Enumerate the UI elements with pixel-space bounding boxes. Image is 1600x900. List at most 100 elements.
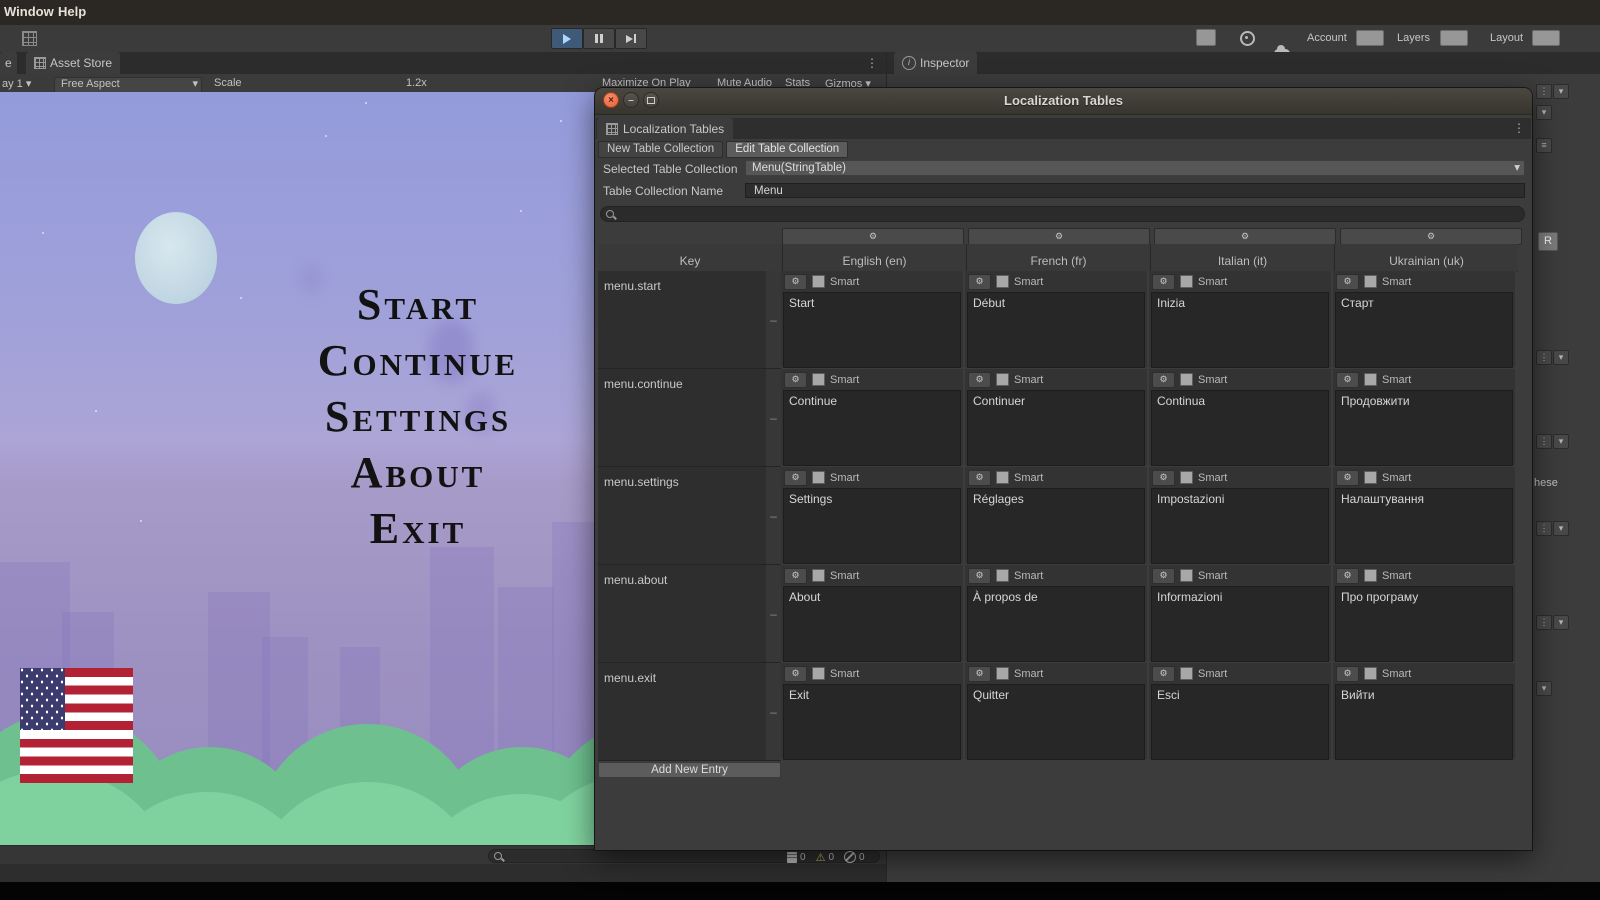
row-handle[interactable]: – <box>766 663 781 761</box>
chevron-down-icon[interactable]: ▾ <box>1553 615 1569 630</box>
key-cell[interactable]: menu.exit <box>598 663 766 761</box>
translation-input[interactable]: À propos de <box>967 586 1145 662</box>
step-button[interactable] <box>615 28 647 49</box>
tab-asset-store[interactable]: Asset Store <box>26 52 120 74</box>
display-dropdown[interactable]: ay 1 ▾ <box>2 77 31 90</box>
list-icon[interactable]: ≡ <box>1536 138 1552 153</box>
translation-input[interactable]: Про програму <box>1335 586 1513 662</box>
translation-input[interactable]: Impostazioni <box>1151 488 1329 564</box>
table-search-input[interactable] <box>600 206 1525 222</box>
chevron-down-icon[interactable]: ▾ <box>1536 105 1552 120</box>
console-warning-badge[interactable]: ⚠0 <box>816 851 834 864</box>
smart-checkbox[interactable] <box>996 667 1009 680</box>
smart-checkbox[interactable] <box>1180 275 1193 288</box>
pause-button[interactable] <box>583 28 615 49</box>
localized-string-icon[interactable]: ⚙ <box>1336 568 1359 584</box>
layout-button[interactable] <box>1532 30 1560 46</box>
panel-toggle-button[interactable] <box>1196 29 1216 46</box>
smart-checkbox[interactable] <box>1364 569 1377 582</box>
smart-checkbox[interactable] <box>1180 569 1193 582</box>
new-table-collection-button[interactable]: New Table Collection <box>598 141 723 158</box>
translation-input[interactable]: Continuer <box>967 390 1145 466</box>
localized-string-icon[interactable]: ⚙ <box>784 568 807 584</box>
localized-string-icon[interactable]: ⚙ <box>784 274 807 290</box>
localized-string-icon[interactable]: ⚙ <box>784 666 807 682</box>
account-dropdown[interactable]: Account <box>1307 32 1347 44</box>
kebab-icon[interactable]: ⋮ <box>1536 615 1552 630</box>
account-avatar[interactable] <box>1356 30 1384 46</box>
smart-checkbox[interactable] <box>996 471 1009 484</box>
localized-string-icon[interactable]: ⚙ <box>1336 470 1359 486</box>
translation-input[interactable]: Exit <box>783 684 961 760</box>
kebab-icon[interactable]: ⋮ <box>1536 84 1552 99</box>
localized-string-icon[interactable]: ⚙ <box>784 470 807 486</box>
translation-input[interactable]: Налаштування <box>1335 488 1513 564</box>
key-cell[interactable]: menu.about <box>598 565 766 663</box>
smart-checkbox[interactable] <box>1180 373 1193 386</box>
localized-string-icon[interactable]: ⚙ <box>968 372 991 388</box>
column-settings-button[interactable]: ⚙ <box>782 228 964 245</box>
kebab-icon[interactable]: ⋮ <box>1536 350 1552 365</box>
translation-input[interactable]: Esci <box>1151 684 1329 760</box>
edit-table-collection-button[interactable]: Edit Table Collection <box>726 141 848 158</box>
translation-input[interactable]: Quitter <box>967 684 1145 760</box>
smart-checkbox[interactable] <box>812 667 825 680</box>
smart-checkbox[interactable] <box>1180 667 1193 680</box>
localized-string-icon[interactable]: ⚙ <box>1336 372 1359 388</box>
smart-checkbox[interactable] <box>1364 275 1377 288</box>
layout-dropdown[interactable]: Layout <box>1490 32 1523 44</box>
chevron-down-icon[interactable]: ▾ <box>1536 681 1552 696</box>
layers-button[interactable] <box>1440 30 1468 46</box>
translation-input[interactable]: About <box>783 586 961 662</box>
row-handle[interactable]: – <box>766 467 781 565</box>
column-header-italian-it-[interactable]: Italian (it) <box>1150 244 1334 271</box>
translation-input[interactable]: Informazioni <box>1151 586 1329 662</box>
column-settings-button[interactable]: ⚙ <box>1340 228 1522 245</box>
smart-checkbox[interactable] <box>1364 471 1377 484</box>
smart-checkbox[interactable] <box>996 373 1009 386</box>
translation-input[interactable]: Continue <box>783 390 961 466</box>
menu-help[interactable]: Help <box>58 4 86 19</box>
chevron-down-icon[interactable]: ▾ <box>1553 434 1569 449</box>
row-handle[interactable]: – <box>766 565 781 663</box>
column-header-key[interactable]: Key <box>598 244 782 271</box>
localized-string-icon[interactable]: ⚙ <box>1152 274 1175 290</box>
layers-dropdown[interactable]: Layers <box>1397 32 1430 44</box>
kebab-icon[interactable]: ⋮ <box>1536 521 1552 536</box>
r-button[interactable]: R <box>1538 232 1558 251</box>
translation-input[interactable]: Start <box>783 292 961 368</box>
row-handle[interactable]: – <box>766 369 781 467</box>
smart-checkbox[interactable] <box>1180 471 1193 484</box>
row-handle[interactable]: – <box>766 271 781 369</box>
column-settings-button[interactable]: ⚙ <box>968 228 1150 245</box>
kebab-icon[interactable]: ⋮ <box>1536 434 1552 449</box>
localized-string-icon[interactable]: ⚙ <box>1152 666 1175 682</box>
smart-checkbox[interactable] <box>1364 667 1377 680</box>
window-titlebar[interactable]: × – Localization Tables <box>595 88 1532 115</box>
collection-name-field[interactable]: Menu <box>745 183 1525 198</box>
tab-partial[interactable]: e <box>0 52 17 74</box>
localized-string-icon[interactable]: ⚙ <box>968 470 991 486</box>
key-cell[interactable]: menu.settings <box>598 467 766 565</box>
translation-input[interactable]: Продовжити <box>1335 390 1513 466</box>
column-header-ukrainian-uk-[interactable]: Ukrainian (uk) <box>1334 244 1518 271</box>
smart-checkbox[interactable] <box>1364 373 1377 386</box>
console-error-badge[interactable]: 0 <box>844 851 865 863</box>
smart-checkbox[interactable] <box>812 275 825 288</box>
key-cell[interactable]: menu.start <box>598 271 766 369</box>
translation-input[interactable]: Settings <box>783 488 961 564</box>
column-header-french-fr-[interactable]: French (fr) <box>966 244 1150 271</box>
smart-checkbox[interactable] <box>812 373 825 386</box>
localized-string-icon[interactable]: ⚙ <box>1152 372 1175 388</box>
localized-string-icon[interactable]: ⚙ <box>784 372 807 388</box>
chevron-down-icon[interactable]: ▾ <box>1553 84 1569 99</box>
smart-checkbox[interactable] <box>812 569 825 582</box>
localized-string-icon[interactable]: ⚙ <box>968 666 991 682</box>
window-menu-icon[interactable]: ⋮ <box>1513 122 1525 134</box>
collab-icon[interactable] <box>1240 31 1255 46</box>
smart-checkbox[interactable] <box>996 275 1009 288</box>
translation-input[interactable]: Inizia <box>1151 292 1329 368</box>
translation-input[interactable]: Continua <box>1151 390 1329 466</box>
aspect-dropdown[interactable]: Free Aspect ▾ <box>54 77 202 93</box>
selected-collection-dropdown[interactable]: Menu(StringTable) ▾ <box>745 160 1525 176</box>
